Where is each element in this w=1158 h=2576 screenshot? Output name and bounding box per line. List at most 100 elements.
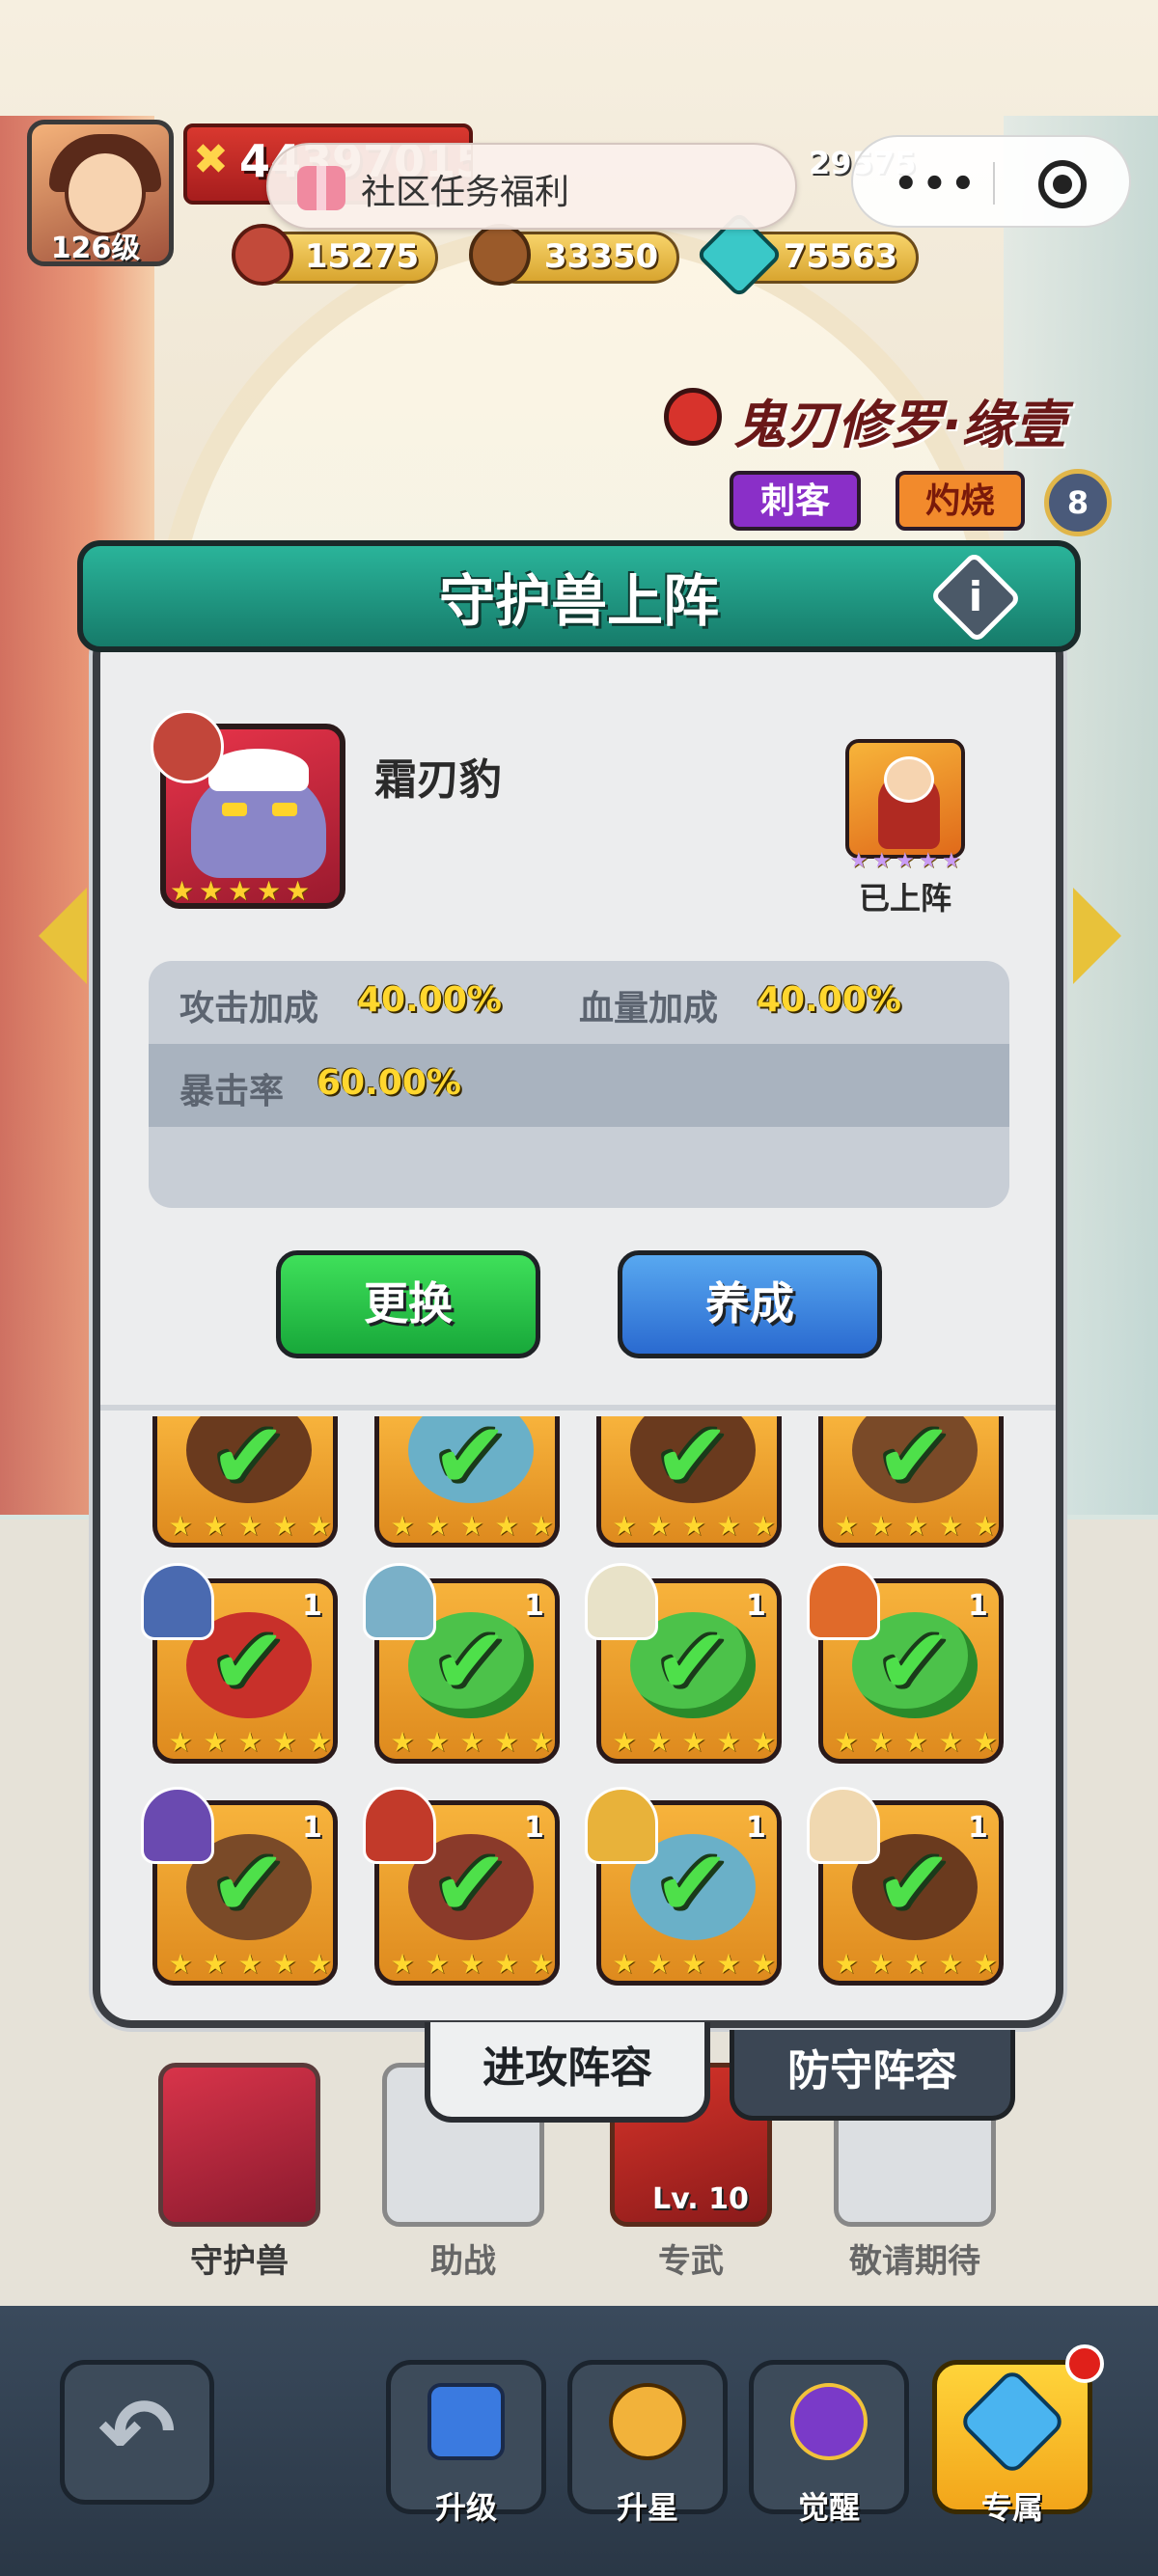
info-icon: i — [968, 573, 983, 620]
star-icon: ★ — [612, 1726, 637, 1758]
star-icon: ★ — [973, 1726, 998, 1758]
beast-name: 霜刃豹 — [374, 755, 502, 805]
community-task-label: 社区任务福利 — [361, 173, 570, 212]
star-icon: ★ — [716, 1510, 741, 1542]
star-icon: ★ — [390, 1726, 415, 1758]
trophy-icon — [609, 2383, 686, 2460]
star-icon: ★ — [919, 849, 938, 873]
deployed-hero-card[interactable] — [845, 739, 965, 859]
next-hero-arrow[interactable] — [1073, 888, 1121, 984]
tag-assassin: 刺客 — [730, 471, 861, 531]
check-icon: ✔ — [875, 1607, 953, 1715]
star-icon: ★ — [272, 1726, 297, 1758]
modal-title: 守护兽上阵 — [438, 568, 719, 634]
star-icon: ★ — [228, 875, 253, 907]
star-icon: ★ — [425, 1726, 450, 1758]
awaken-emblem-icon — [790, 2383, 868, 2460]
star-icon: ★ — [896, 849, 915, 873]
star-icon: ★ — [203, 1948, 228, 1980]
train-button[interactable]: 养成 — [618, 1250, 882, 1358]
star-icon: ★ — [751, 1510, 776, 1542]
star-icon: ★ — [529, 1726, 554, 1758]
tile-stars: ★ ★ ★ ★ ★ — [385, 1510, 555, 1542]
hero-chip — [141, 1563, 214, 1640]
star-icon: ★ — [938, 1726, 963, 1758]
beast-tile[interactable]: ✔ ★ ★ ★ ★ ★ — [596, 1416, 782, 1548]
more-icon[interactable]: ••• — [894, 162, 980, 206]
banner-icon — [427, 2383, 505, 2460]
hero-chip — [807, 1787, 880, 1864]
tab-attack-lineup[interactable]: 进攻阵容 — [425, 2022, 710, 2123]
tile-count: 1 — [524, 1811, 544, 1845]
star-icon: ★ — [168, 1948, 193, 1980]
check-icon: ✔ — [875, 1829, 953, 1937]
assist-slot-label: 助战 — [430, 2242, 496, 2281]
star-icon: ★ — [307, 1726, 332, 1758]
star-icon: ★ — [459, 1510, 484, 1542]
star-icon: ★ — [834, 1510, 859, 1542]
star-icon: ★ — [237, 1726, 262, 1758]
tile-count: 1 — [302, 1811, 322, 1845]
weapon-level: Lv. 10 — [652, 2182, 749, 2216]
tile-stars: ★ ★ ★ ★ ★ — [385, 1948, 555, 1980]
star-icon: ★ — [612, 1948, 637, 1980]
hero-stars: ★ ★ ★ ★ ★ — [849, 851, 963, 874]
star-icon: ★ — [286, 875, 311, 907]
nav-upgrade-label: 升级 — [434, 2489, 497, 2526]
hero-chip — [363, 1787, 436, 1864]
guardian-slot[interactable] — [158, 2063, 320, 2227]
tab-defense-lineup[interactable]: 防守阵容 — [730, 2030, 1015, 2121]
star-icon: ★ — [903, 1948, 928, 1980]
player-level: 126级 — [50, 232, 141, 265]
check-icon: ✔ — [653, 1607, 731, 1715]
gift-icon — [297, 166, 345, 210]
back-arrow-icon: ↶ — [97, 2378, 177, 2486]
wood-icon — [469, 224, 531, 286]
meat-icon — [232, 224, 293, 286]
hp-bonus-value: 40.00% — [757, 980, 901, 1020]
star-icon: ★ — [868, 1726, 894, 1758]
swords-icon: ✖ — [193, 135, 229, 184]
star-icon: ★ — [390, 1510, 415, 1542]
owner-hero-chip — [151, 710, 224, 783]
beast-tile[interactable]: ✔ ★ ★ ★ ★ ★ — [374, 1416, 560, 1548]
star-icon: ★ — [938, 1510, 963, 1542]
star-icon: ★ — [390, 1948, 415, 1980]
star-icon: ★ — [425, 1510, 450, 1542]
beast-tile[interactable]: ✔ ★ ★ ★ ★ ★ — [818, 1416, 1004, 1548]
nav-exclusive-label: 专属 — [980, 2489, 1043, 2526]
notification-dot — [1065, 2344, 1104, 2383]
beast-tile[interactable]: ✔ ★ ★ ★ ★ ★ — [152, 1416, 338, 1548]
star-icon: ★ — [459, 1948, 484, 1980]
beast-stars: ★ ★ ★ ★ ★ — [170, 878, 313, 907]
star-icon: ★ — [272, 1510, 297, 1542]
tile-stars: ★ ★ ★ ★ ★ — [829, 1948, 999, 1980]
star-icon: ★ — [903, 1510, 928, 1542]
star-icon: ★ — [872, 849, 892, 873]
star-icon: ★ — [529, 1510, 554, 1542]
star-icon: ★ — [647, 1948, 672, 1980]
change-button[interactable]: 更换 — [276, 1250, 540, 1358]
star-icon: ★ — [647, 1510, 672, 1542]
star-icon: ★ — [170, 875, 195, 907]
mini-program-capsule: ••• — [851, 135, 1131, 228]
locked-slot-label: 敬请期待 — [849, 2242, 980, 2281]
guardian-slot-label: 守护兽 — [190, 2242, 289, 2281]
tile-stars: ★ ★ ★ ★ ★ — [829, 1510, 999, 1542]
prev-hero-arrow[interactable] — [39, 888, 87, 984]
star-icon: ★ — [494, 1726, 519, 1758]
star-icon: ★ — [681, 1726, 706, 1758]
star-icon: ★ — [237, 1510, 262, 1542]
tile-count: 1 — [968, 1811, 988, 1845]
check-icon: ✔ — [653, 1416, 731, 1510]
close-target-icon[interactable] — [1038, 160, 1087, 208]
tile-count: 1 — [746, 1811, 766, 1845]
hero-chip — [585, 1787, 658, 1864]
star-icon: ★ — [868, 1510, 894, 1542]
star-icon: ★ — [868, 1948, 894, 1980]
check-icon: ✔ — [653, 1829, 731, 1937]
community-task-banner[interactable]: 社区任务福利 — [266, 143, 797, 230]
crit-rate-value: 60.00% — [317, 1063, 461, 1103]
rank-badge: 8 — [1044, 469, 1112, 536]
weapon-slot-label: 专武 — [658, 2242, 724, 2281]
